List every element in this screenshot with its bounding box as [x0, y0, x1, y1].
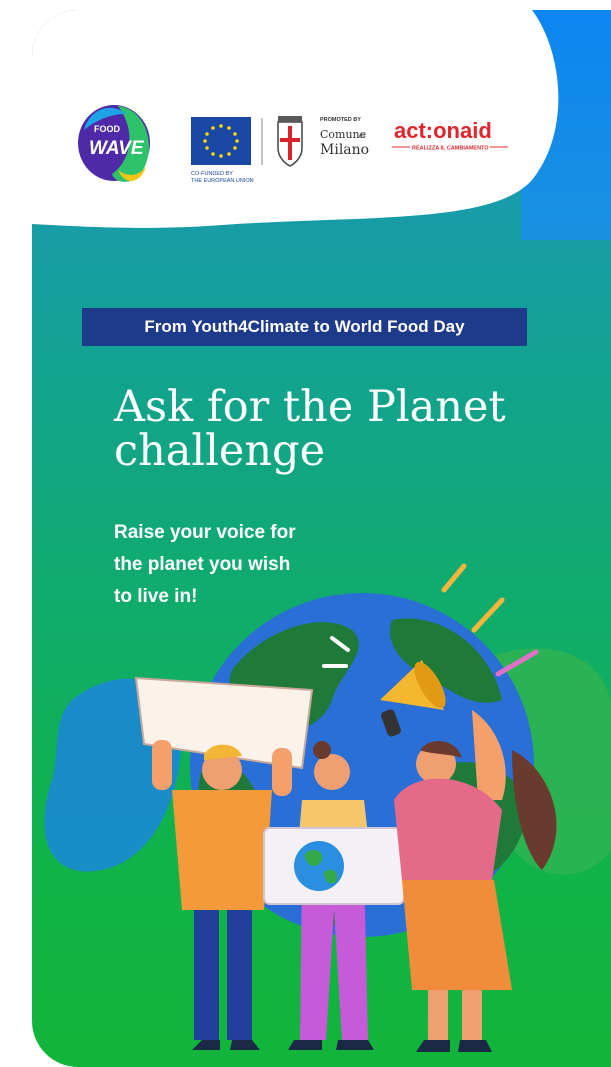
globe-sign-icon: [294, 841, 344, 891]
subtitle: Raise your voice for the planet you wish…: [114, 517, 374, 613]
subtitle-line-1: Raise your voice for: [114, 522, 296, 543]
title-line-1: Ask for the Planet: [114, 382, 506, 432]
event-badge: From Youth4Climate to World Food Day: [82, 308, 527, 346]
challenge-card: FOOD WAVE CO-FUNDED BY THE EUROPEAN UNIO…: [32, 10, 611, 1067]
subtitle-line-2: the planet you wish: [114, 554, 291, 575]
sparkle-line-1: [441, 563, 467, 593]
subtitle-line-3: to live in!: [114, 586, 198, 607]
sparkle-line-2: [471, 597, 505, 633]
page-title: Ask for the Planet challenge: [114, 385, 584, 473]
title-line-2: challenge: [114, 426, 326, 476]
